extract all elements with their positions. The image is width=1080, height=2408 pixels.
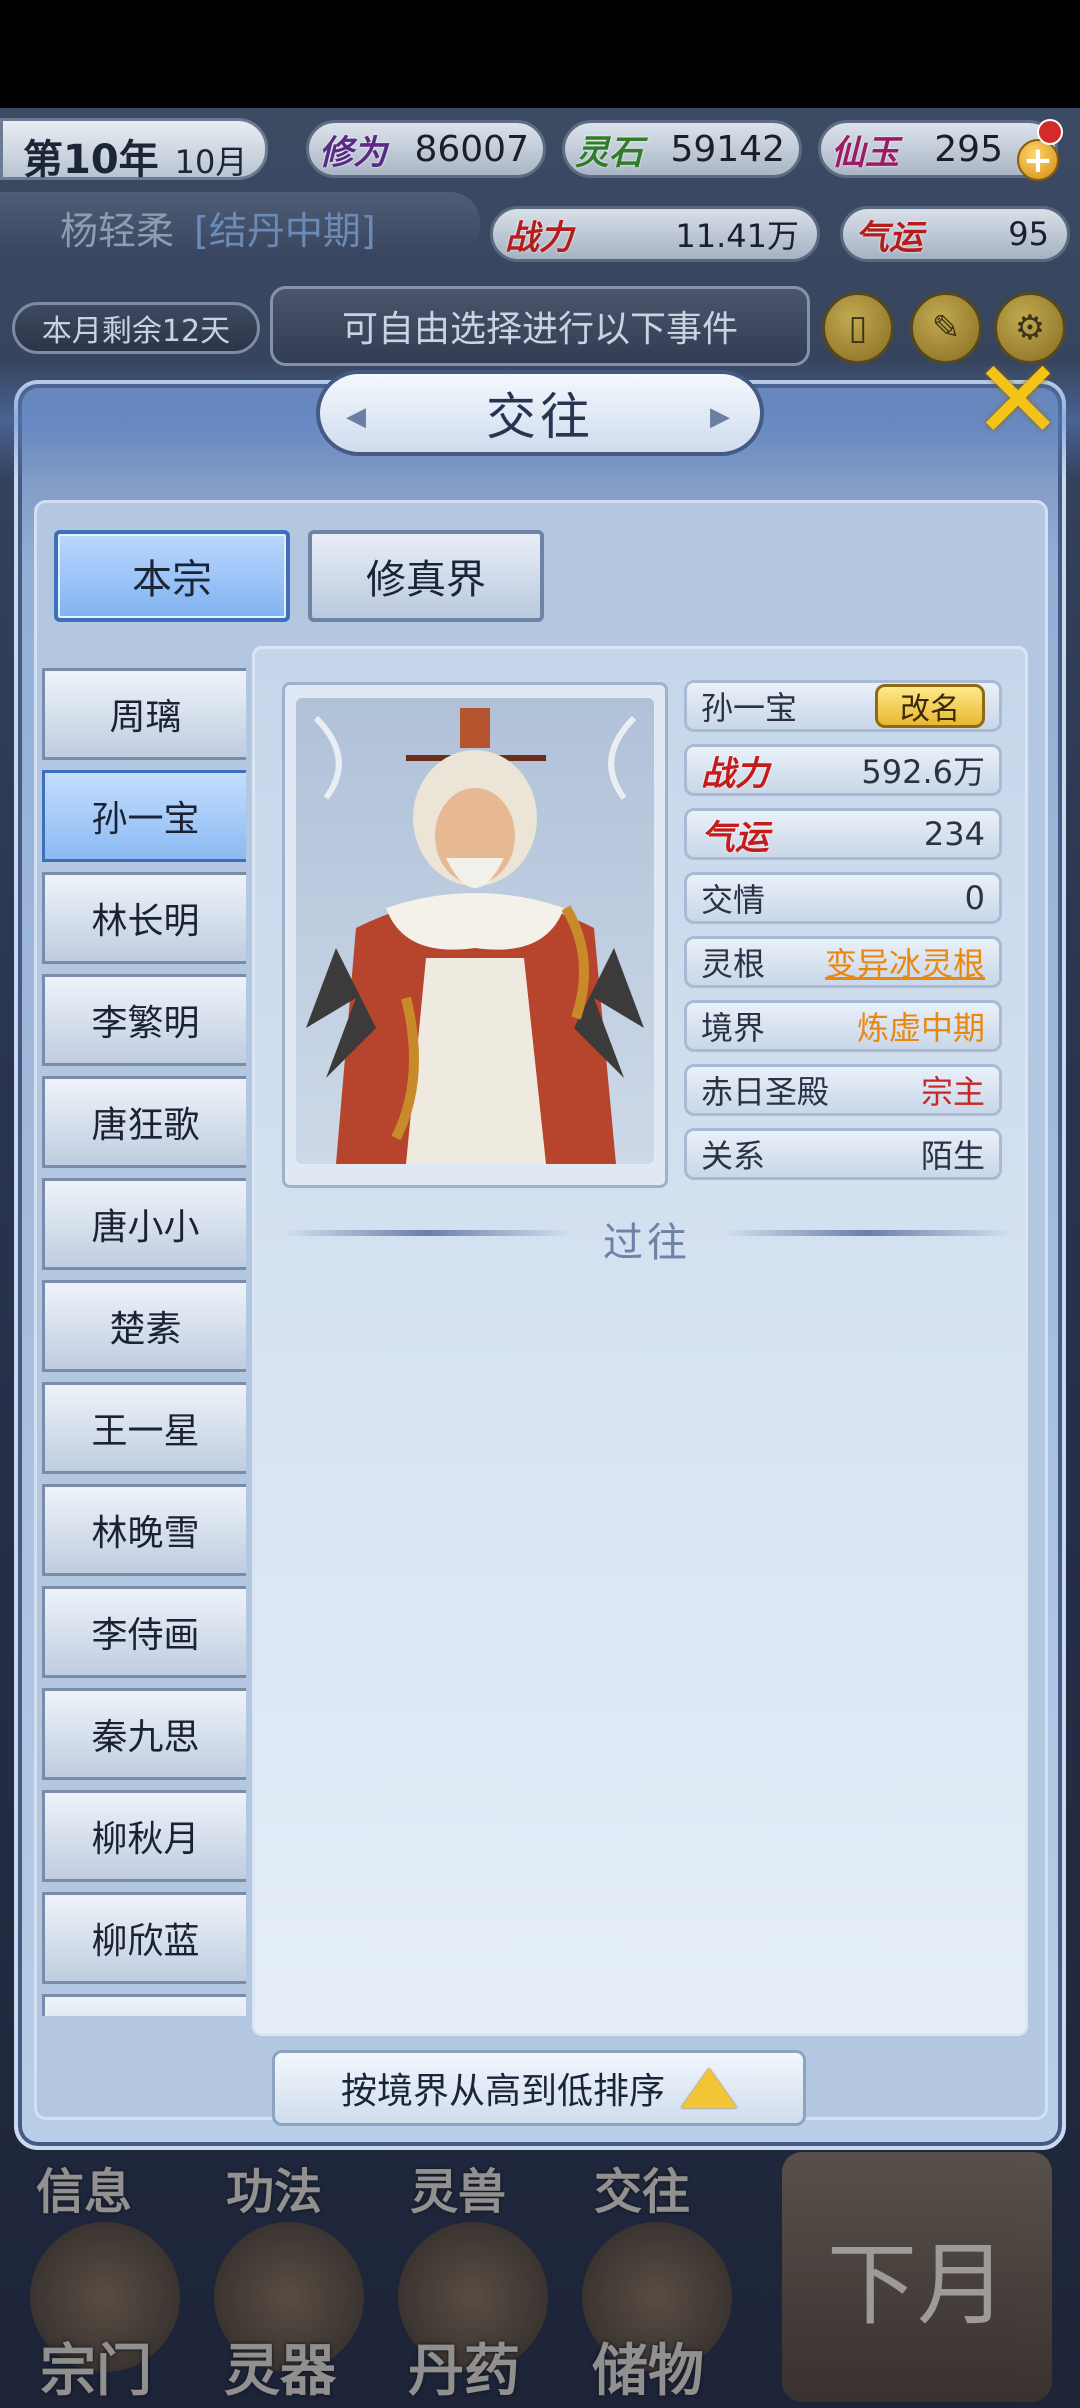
spirit-root-link[interactable]: 变异冰灵根 [825, 939, 985, 985]
detail-combat-value: 592.6万 [861, 753, 985, 791]
top-resource-bar: 第10年 10月 修为 86007 灵石 59142 仙玉 295 + [0, 112, 1080, 188]
realm-value: 炼虚中期 [856, 1009, 985, 1047]
relation-value: 陌生 [920, 1137, 985, 1175]
player-name: 杨轻柔 [60, 209, 175, 253]
character-portrait [296, 698, 654, 1164]
player-info: 杨轻柔 [结丹中期] [0, 192, 480, 254]
list-item[interactable]: 唐小小 [42, 1178, 246, 1270]
modal-title: ◀ 交往 ▶ [316, 370, 764, 456]
character-list[interactable]: 周璃 孙一宝 林长明 李繁明 唐狂歌 唐小小 楚素 王一星 林晚雪 李侍画 秦九… [42, 668, 246, 2016]
list-item[interactable]: 楚素 [42, 1280, 246, 1372]
player-luck: 气运 95 [840, 206, 1070, 262]
friendship-value: 0 [964, 879, 985, 917]
list-item[interactable]: 秦九思 [42, 1688, 246, 1780]
year-text: 第10年 [23, 137, 159, 183]
rename-button[interactable]: 改名 [875, 684, 985, 728]
resource-jade: 仙玉 295 + [818, 119, 1063, 181]
spirit-stone-label: 灵石 [575, 132, 643, 173]
plus-icon: + [1022, 139, 1054, 181]
nav-beasts[interactable]: 灵兽 [410, 2152, 506, 2222]
sort-button[interactable]: 按境界从高到低排序 [272, 2050, 806, 2126]
list-item[interactable]: 李侍画 [42, 1586, 246, 1678]
title-decoration-left-icon: ◀ [346, 402, 370, 432]
info-luck-row: 气运 234 [684, 808, 1002, 860]
date-display: 第10年 10月 [0, 118, 268, 183]
sect-label: 赤日圣殿 [701, 1073, 830, 1111]
resource-spirit-stone: 灵石 59142 [562, 120, 802, 178]
list-item[interactable]: 林晚雪 [42, 1484, 246, 1576]
player-combat-power: 战力 11.41万 [490, 206, 820, 262]
notification-dot [1037, 119, 1063, 145]
list-item[interactable]: 柳欣蓝 [42, 1892, 246, 1984]
info-friendship-row: 交情 0 [684, 872, 1002, 924]
status-bar [0, 0, 1080, 108]
info-combat-row: 战力 592.6万 [684, 744, 1002, 796]
list-item-selected[interactable]: 孙一宝 [42, 770, 246, 862]
info-spirit-root-row: 灵根 变异冰灵根 [684, 936, 1002, 988]
info-name-row: 孙一宝 改名 [684, 680, 1002, 732]
spirit-stone-value: 59142 [670, 128, 785, 170]
jade-value: 295 [934, 128, 1003, 170]
remaining-days-badge: 本月剩余12天 [12, 302, 260, 354]
title-decoration-right-icon: ▶ [710, 402, 734, 432]
cultivation-label: 修为 [319, 132, 387, 173]
resource-cultivation: 修为 86007 [306, 120, 546, 178]
list-item[interactable]: 周璃 [42, 668, 246, 760]
nav-skills[interactable]: 功法 [226, 2152, 322, 2222]
list-item[interactable]: 李繁明 [42, 974, 246, 1066]
modal-title-text: 交往 [486, 388, 594, 446]
past-section-divider: 过往 [282, 1210, 1012, 1270]
combat-label: 战力 [505, 217, 573, 258]
player-realm: [结丹中期] [194, 209, 376, 253]
event-hint-banner: 可自由选择进行以下事件 [270, 286, 810, 366]
sort-triangle-icon [681, 2068, 737, 2108]
detail-luck-label: 气运 [701, 817, 769, 858]
month-text: 10月 [174, 143, 248, 181]
past-title: 过往 [603, 1220, 691, 1266]
realm-label: 境界 [701, 1009, 766, 1047]
luck-label: 气运 [855, 217, 923, 258]
character-name: 孙一宝 [701, 689, 798, 727]
nav-sect[interactable]: 宗门 [40, 2326, 152, 2407]
info-sect-row: 赤日圣殿 宗主 [684, 1064, 1002, 1116]
list-item[interactable]: 柳秋月 [42, 1790, 246, 1882]
nav-storage[interactable]: 储物 [592, 2326, 704, 2407]
list-item-partial[interactable] [42, 1994, 246, 2016]
tab-own-sect[interactable]: 本宗 [54, 530, 290, 622]
nav-interaction[interactable]: 交往 [594, 2152, 690, 2222]
info-relation-row: 关系 陌生 [684, 1128, 1002, 1180]
luck-value: 95 [1008, 215, 1049, 253]
list-item[interactable]: 王一星 [42, 1382, 246, 1474]
elder-portrait-icon [306, 708, 644, 1164]
list-item[interactable]: 林长明 [42, 872, 246, 964]
sect-position: 宗主 [920, 1073, 985, 1111]
detail-combat-label: 战力 [701, 753, 769, 794]
nav-info[interactable]: 信息 [36, 2152, 132, 2222]
close-icon[interactable]: ✕ [968, 345, 1068, 455]
scroll-icon[interactable]: ▯ [822, 292, 894, 364]
add-jade-button[interactable]: + [1017, 139, 1059, 181]
info-realm-row: 境界 炼虚中期 [684, 1000, 1002, 1052]
tab-cultivation-world[interactable]: 修真界 [308, 530, 544, 622]
list-item[interactable]: 唐狂歌 [42, 1076, 246, 1168]
friendship-label: 交情 [701, 881, 766, 919]
jade-label: 仙玉 [831, 132, 899, 173]
nav-artifacts[interactable]: 灵器 [224, 2326, 336, 2407]
nav-pills[interactable]: 丹药 [408, 2326, 520, 2407]
detail-luck-value: 234 [923, 815, 985, 853]
combat-value: 11.41万 [675, 217, 799, 255]
cultivation-value: 86007 [414, 128, 529, 170]
relation-label: 关系 [701, 1137, 766, 1175]
sort-label: 按境界从高到低排序 [340, 2071, 665, 2112]
spirit-root-label: 灵根 [701, 945, 766, 983]
next-month-button[interactable]: 下月 [782, 2152, 1052, 2402]
